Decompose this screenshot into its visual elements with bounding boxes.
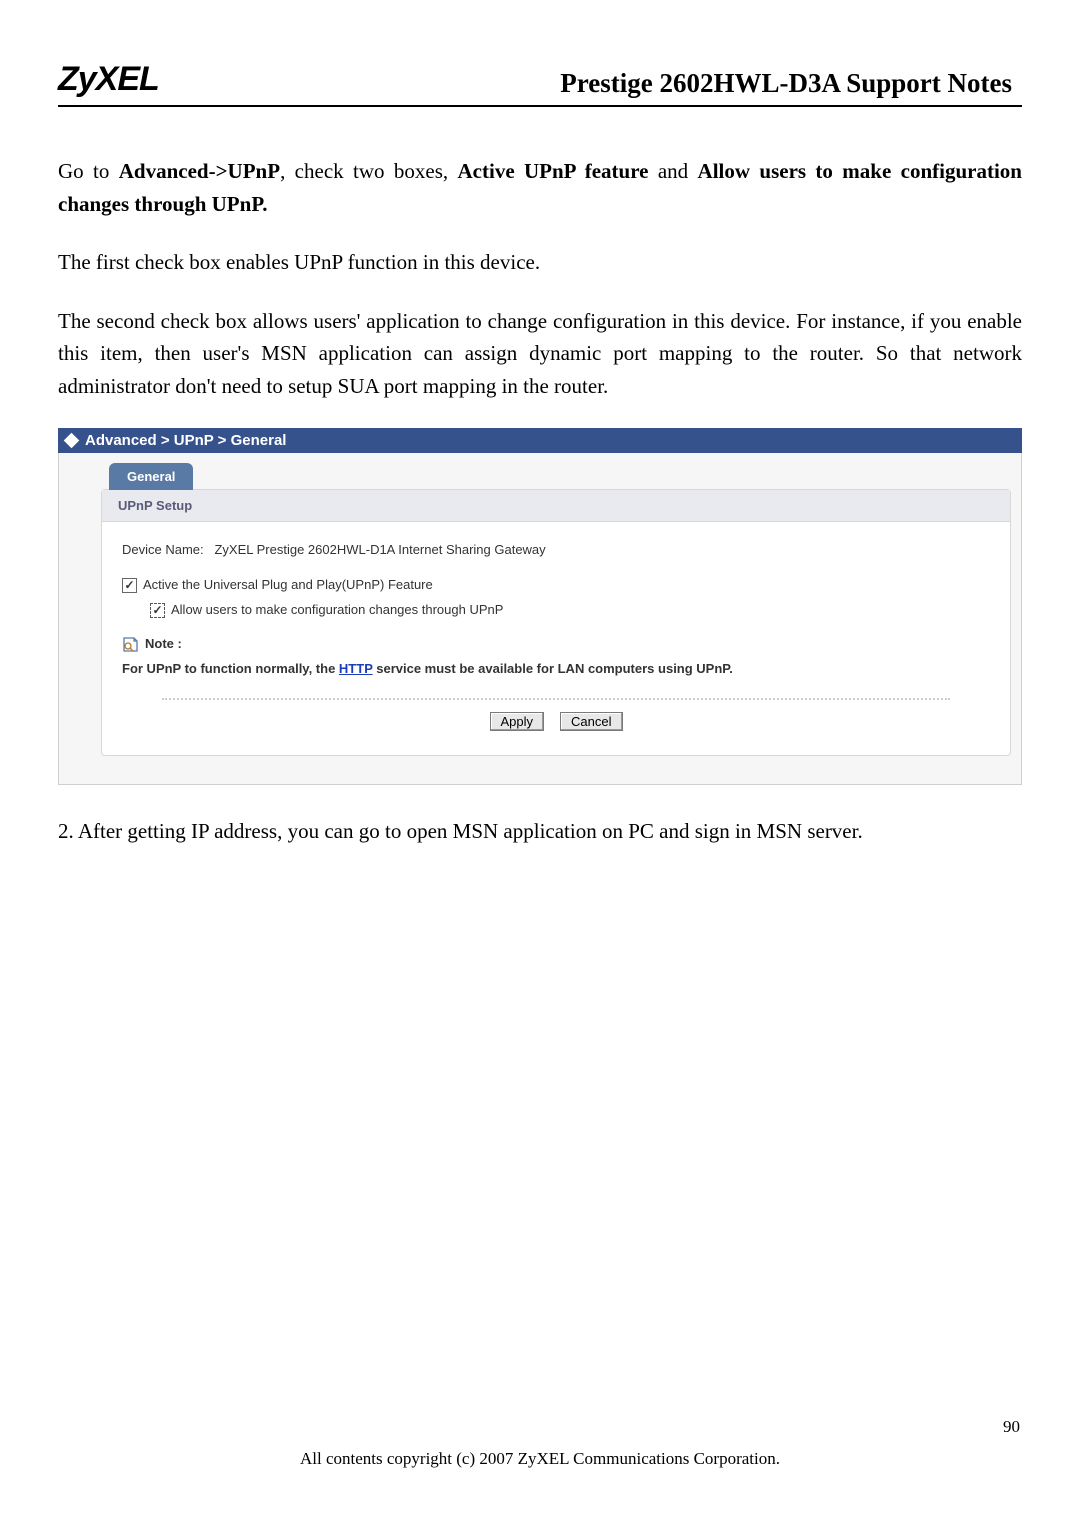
device-name-row: Device Name: ZyXEL Prestige 2602HWL-D1A … — [122, 538, 990, 563]
checkbox-label: Active the Universal Plug and Play(UPnP)… — [143, 573, 433, 598]
checkbox-row-active-upnp: ✓ Active the Universal Plug and Play(UPn… — [122, 573, 990, 598]
paragraph-1: Go to Advanced->UPnP, check two boxes, A… — [58, 155, 1022, 220]
tab-general[interactable]: General — [109, 463, 193, 490]
panel-outer: General UPnP Setup Device Name: ZyXEL Pr… — [58, 453, 1022, 784]
section-header: UPnP Setup — [102, 490, 1010, 522]
diamond-icon — [64, 433, 80, 449]
paragraph-3: The second check box allows users' appli… — [58, 305, 1022, 403]
cancel-button[interactable]: Cancel — [560, 712, 622, 731]
checkbox-label: Allow users to make configuration change… — [171, 598, 503, 623]
http-link[interactable]: HTTP — [339, 661, 373, 676]
checkbox-allow-config[interactable]: ✓ — [150, 603, 165, 618]
tab-label: General — [127, 469, 175, 484]
device-name-value: ZyXEL Prestige 2602HWL-D1A Internet Shar… — [214, 542, 545, 557]
note-label: Note : — [145, 632, 182, 657]
button-row: Apply Cancel — [122, 712, 990, 731]
logo: ZyXEL — [58, 60, 159, 99]
paragraph-4: 2. After getting IP address, you can go … — [58, 815, 1022, 848]
panel-card: UPnP Setup Device Name: ZyXEL Prestige 2… — [101, 489, 1011, 755]
text: Go to — [58, 159, 119, 183]
text: and — [648, 159, 697, 183]
note-row: Note : — [122, 632, 990, 657]
text: , check two boxes, — [280, 159, 457, 183]
checkbox-row-allow-config: ✓ Allow users to make configuration chan… — [150, 598, 990, 623]
bold-text: Active UPnP feature — [458, 159, 649, 183]
document-title: Prestige 2602HWL-D3A Support Notes — [560, 68, 1022, 99]
page: ZyXEL Prestige 2602HWL-D3A Support Notes… — [0, 0, 1080, 1527]
footer-copyright: All contents copyright (c) 2007 ZyXEL Co… — [0, 1449, 1080, 1469]
apply-button[interactable]: Apply — [490, 712, 545, 731]
breadcrumb-text: Advanced > UPnP > General — [85, 432, 286, 449]
paragraph-2: The first check box enables UPnP functio… — [58, 246, 1022, 279]
note-icon — [122, 636, 139, 653]
upnp-config-screenshot: Advanced > UPnP > General General UPnP S… — [58, 428, 1022, 784]
text: For UPnP to function normally, the — [122, 661, 339, 676]
page-header: ZyXEL Prestige 2602HWL-D3A Support Notes — [58, 60, 1022, 107]
text: service must be available for LAN comput… — [373, 661, 733, 676]
divider — [162, 698, 950, 700]
section-body: Device Name: ZyXEL Prestige 2602HWL-D1A … — [102, 522, 1010, 730]
bold-text: Advanced->UPnP — [119, 159, 280, 183]
device-name-label: Device Name: — [122, 542, 204, 557]
checkbox-active-upnp[interactable]: ✓ — [122, 578, 137, 593]
breadcrumb: Advanced > UPnP > General — [58, 428, 1022, 453]
note-text: For UPnP to function normally, the HTTP … — [122, 657, 990, 682]
page-number: 90 — [1003, 1417, 1020, 1437]
